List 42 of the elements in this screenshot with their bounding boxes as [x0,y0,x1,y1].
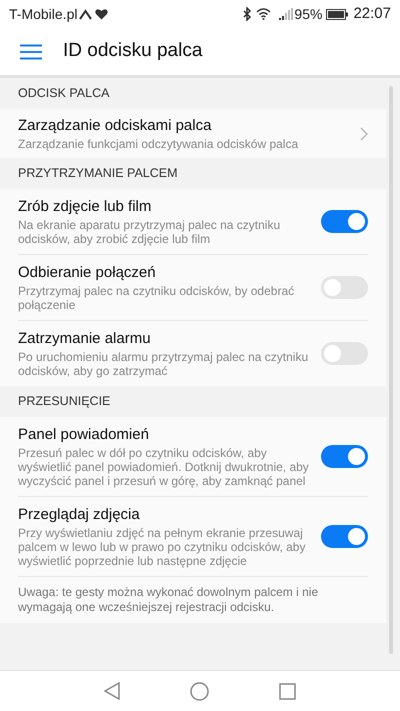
settings-row[interactable]: Panel powiadomień Przesuń palec w dół po czytniku odcisków, aby wyświetlić panel powiadomień. Dotknij dwukrotnie, aby wyczyścić panel i przesuń w górę, aby zamknąć panel [18,417,368,497]
screen-title: ID odcisku palca [63,39,202,64]
setting-description: Zarządzanie funkcjami odczytywania odcisków palca [18,137,300,151]
chevron-right-icon [360,126,368,140]
setting-title: Przeglądaj zdjęcia [18,505,141,525]
clock: 22:07 [353,4,391,24]
setting-description: Przy wyświetlaniu zdjęć na pełnym ekranie przesuwaj palcem w lewo lub w prawo po czytniku odcisków, aby wyświetlić poprzednie lub następne zdjęcie [18,526,306,568]
toggle-switch[interactable] [321,525,368,548]
setting-title: Zrób zdjęcie lub film [18,197,152,217]
recents-icon [279,682,296,700]
setting-description: Po uruchomieniu alarmu przytrzymaj palec na czytniku odcisków, aby go zatrzymać [18,350,310,378]
back-button[interactable] [104,682,120,700]
menu-button[interactable] [20,42,42,60]
settings-row[interactable]: Zrób zdjęcie lub film Na ekranie aparatu przytrzymaj palec na czytniku odcisków, aby zrobić zdjęcie lub film [18,189,368,255]
setting-title: Odbieranie połączeń [18,263,157,283]
setting-title: Zarządzanie odciskami palca [18,116,212,136]
battery-icon [326,8,348,20]
bluetooth-icon [243,7,252,21]
settings-row[interactable]: Odbieranie połączeń Przytrzymaj palec na czytniku odcisków, by odebrać połączenie [18,255,368,321]
toggle-switch[interactable] [321,210,368,233]
wifi-icon [256,8,272,20]
carrier-name: T-Mobile.pl [9,4,78,24]
signal-icon [279,8,294,20]
settings-row[interactable]: Zatrzymanie alarmu Po uruchomieniu alarmu przytrzymaj palec na czytniku odcisków, aby go zatrzymać [18,321,368,386]
setting-description: Przytrzymaj palec na czytniku odcisków, by odebrać połączenie [18,284,296,312]
setting-title: Zatrzymanie alarmu [18,329,152,349]
settings-row[interactable]: Przeglądaj zdjęcia Przy wyświetlaniu zdjęć na pełnym ekranie przesuwaj palcem w lewo lub w prawo po czytniku odcisków, aby wyświetlić poprzednie lub następne zdjęcie [18,497,368,577]
settings-row[interactable]: Zarządzanie odciskami palca Zarządzanie funkcjami odczytywania odcisków palca [18,109,368,158]
battery-percent: 95% [294,4,322,24]
recents-button[interactable] [279,682,296,700]
note-text: Uwaga: te gesty można wykonać dowolnym palcem i nie wymagają one wcześniejszej rejestracji odcisku. [18,584,320,616]
toggle-switch[interactable] [321,342,368,365]
setting-description: Na ekranie aparatu przytrzymaj palec na czytniku odcisków, aby zrobić zdjęcie lub film [18,218,282,246]
home-icon [190,682,209,700]
setting-description: Przesuń palec w dół po czytniku odcisków, aby wyświetlić panel powiadomień. Dotknij dwukrotnie, aby wyczyścić panel i przesuń w górę, aby zamknąć panel [18,446,310,488]
back-icon [104,682,120,700]
toggle-switch[interactable] [321,276,368,299]
home-button[interactable] [190,682,209,700]
heart-icon [95,8,108,20]
menu-icon [20,44,42,60]
toggle-switch[interactable] [321,445,368,468]
setting-title: Panel powiadomień [18,425,150,445]
